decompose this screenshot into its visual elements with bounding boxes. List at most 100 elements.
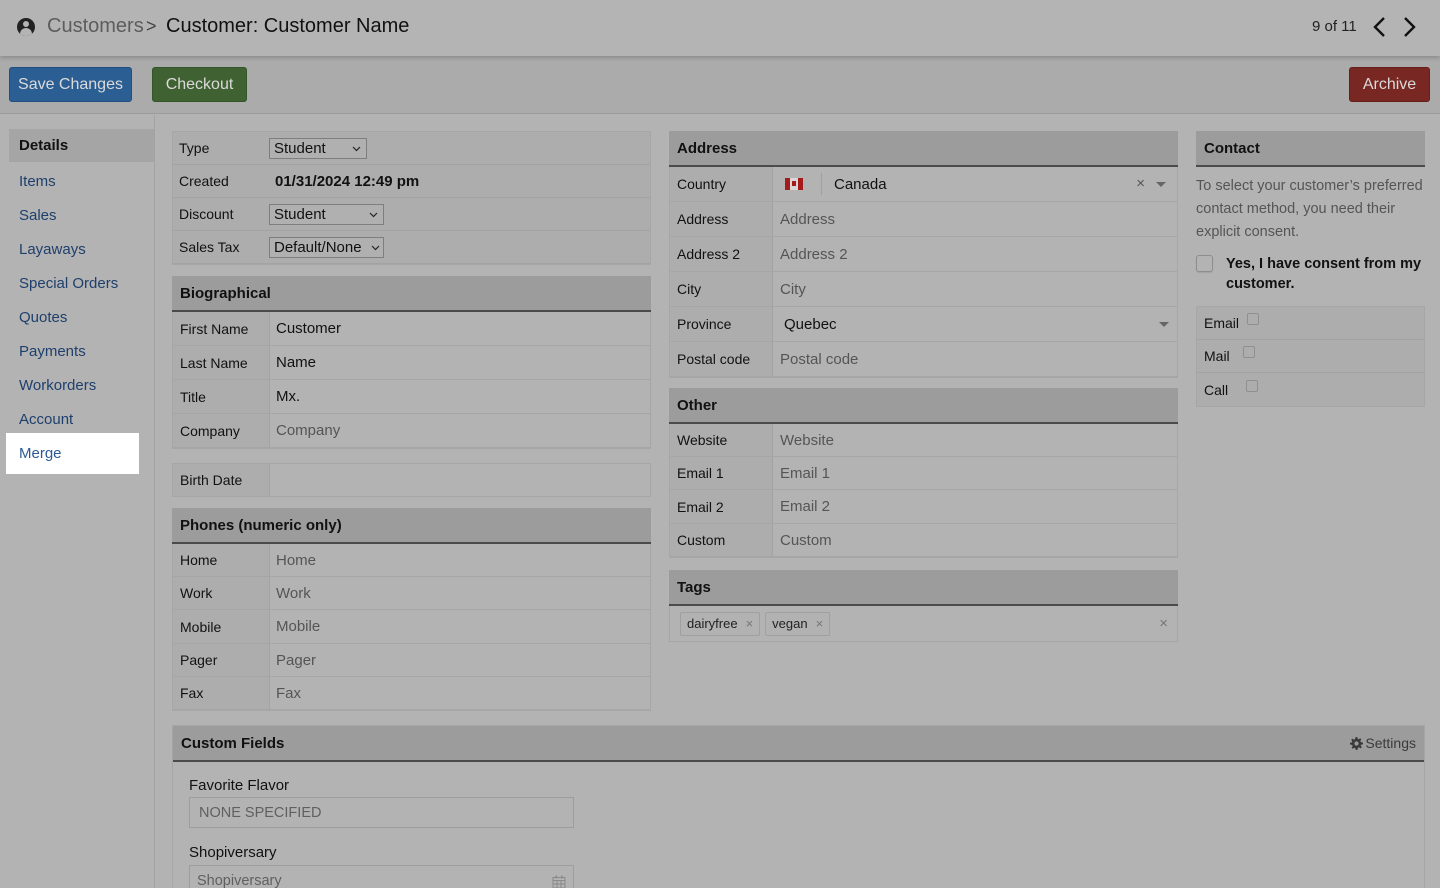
city-input[interactable]: City [773,272,1177,306]
created-row: Created 01/31/2024 12:49 pm [173,165,650,198]
archive-button[interactable]: Archive [1349,67,1430,102]
consent-checkbox[interactable] [1196,255,1213,272]
chevron-down-icon [352,146,361,151]
clear-country-icon[interactable]: × [1136,175,1145,192]
discount-row: Discount Student [173,198,650,231]
address-heading: Address [669,131,1178,167]
type-row: Type Student [173,132,650,165]
company-label: Company [173,414,270,447]
tag-chip: dairyfree × [680,611,761,636]
type-select-value: Student [274,139,326,157]
custom-label: Custom [670,524,773,556]
country-value: Canada [834,175,887,193]
favorite-flavor-select[interactable]: NONE SPECIFIED [189,797,574,828]
fax-input[interactable]: Fax [270,677,650,709]
type-select[interactable]: Student [269,137,367,159]
sales-tax-row: Sales Tax Default/None [173,231,650,264]
phones-heading: Phones (numeric only) [172,508,651,544]
tag-label: dairyfree [687,616,738,631]
contact-heading: Contact [1196,131,1425,167]
discount-select[interactable]: Student [269,203,384,225]
email-method-label: Email [1204,315,1240,331]
remove-tag-icon[interactable]: × [816,616,824,631]
email2-label: Email 2 [670,490,773,523]
remove-tag-icon[interactable]: × [746,616,754,631]
clear-tags-icon[interactable]: × [1159,615,1168,632]
mobile-phone-input[interactable]: Mobile [270,610,650,643]
settings-label: Settings [1365,735,1416,751]
birth-date-input[interactable] [270,464,650,496]
custom-fields-panel: Custom Fields Settings Favorite Flavor N… [172,725,1425,888]
other-panel: Other Website Website Email 1 Email 1 Emai… [669,388,1178,558]
email-method-checkbox[interactable] [1247,313,1260,325]
sidebar-item-details[interactable]: Details [9,129,154,162]
calendar-icon[interactable] [552,875,566,888]
email1-label: Email 1 [670,457,773,489]
birth-date-label: Birth Date [173,464,270,496]
email1-input[interactable]: Email 1 [773,457,1177,489]
custom-fields-heading: Custom Fields Settings [173,726,1424,762]
last-name-input[interactable]: Name [270,346,650,379]
consent-description: To select your customer’s preferred cont… [1196,178,1423,240]
contact-panel: Contact To select your customer’s prefer… [1196,131,1425,407]
sales-tax-select[interactable]: Default/None [269,236,384,258]
province-value: Quebec [784,315,837,333]
type-label: Type [173,132,269,164]
previous-record-button[interactable] [1370,14,1390,40]
sidebar-item-workorders[interactable]: Workorders [9,368,154,402]
shopiversary-placeholder: Shopiversary [197,872,282,888]
tags-input[interactable]: dairyfree × vegan × × [669,606,1178,642]
call-method-checkbox[interactable] [1246,379,1259,392]
work-phone-input[interactable]: Work [270,577,650,609]
company-input[interactable]: Company [270,414,650,447]
first-name-label: First Name [173,312,270,345]
address-input[interactable]: Address [773,202,1177,236]
chevron-down-icon [371,245,380,250]
postal-code-input[interactable]: Postal code [773,342,1177,376]
sidebar-item-items[interactable]: Items [9,164,154,198]
next-record-button[interactable] [1399,14,1419,40]
settings-link[interactable]: Settings [1350,735,1416,751]
record-pager: 9 of 11 [1312,18,1357,35]
website-label: Website [670,424,773,456]
tag-chip: vegan × [765,611,831,636]
checkout-button[interactable]: Checkout [152,67,247,102]
first-name-input[interactable]: Customer [270,312,650,345]
save-changes-button[interactable]: Save Changes [9,67,132,102]
tags-heading: Tags [669,570,1178,606]
consent-label: Yes, I have consent from my customer. [1226,256,1422,292]
address2-input[interactable]: Address 2 [773,237,1177,271]
shopiversary-input[interactable]: Shopiversary [189,865,574,888]
province-select[interactable]: Quebec [773,307,1177,341]
chevron-right-icon [1404,17,1416,37]
website-input[interactable]: Website [773,424,1177,456]
email2-input[interactable]: Email 2 [773,490,1177,523]
sidebar-item-account[interactable]: Account [9,402,154,436]
address-label: Address [670,202,773,236]
custom-input[interactable]: Custom [773,524,1177,556]
pager-input[interactable]: Pager [270,644,650,676]
caret-down-icon [1156,182,1166,187]
sidebar-nav: Details Items Sales Layaways Special Ord… [0,115,155,888]
title-input[interactable]: Mx. [270,380,650,413]
address2-label: Address 2 [670,237,773,271]
home-phone-label: Home [173,544,270,576]
created-label: Created [173,165,269,197]
gear-icon [1350,736,1364,750]
sidebar-item-quotes[interactable]: Quotes [9,300,154,334]
home-phone-input[interactable]: Home [270,544,650,576]
flag-divider [821,173,822,195]
sidebar-item-merge[interactable]: Merge [6,433,139,474]
sidebar-item-special-orders[interactable]: Special Orders [9,266,154,300]
tags-panel: Tags dairyfree × vegan × × [669,570,1178,642]
sidebar-item-sales[interactable]: Sales [9,198,154,232]
breadcrumb-customers-link[interactable]: Customers [47,15,144,38]
country-select[interactable]: Canada × [773,167,1177,201]
sidebar-item-payments[interactable]: Payments [9,334,154,368]
canada-flag-icon [785,178,803,190]
contact-methods: Email Mail Call [1196,306,1425,407]
address-panel: Address Country Canada × Address Address … [669,131,1178,378]
sidebar-item-layaways[interactable]: Layaways [9,232,154,266]
chevron-left-icon [1373,17,1385,37]
mail-method-checkbox[interactable] [1242,346,1255,358]
